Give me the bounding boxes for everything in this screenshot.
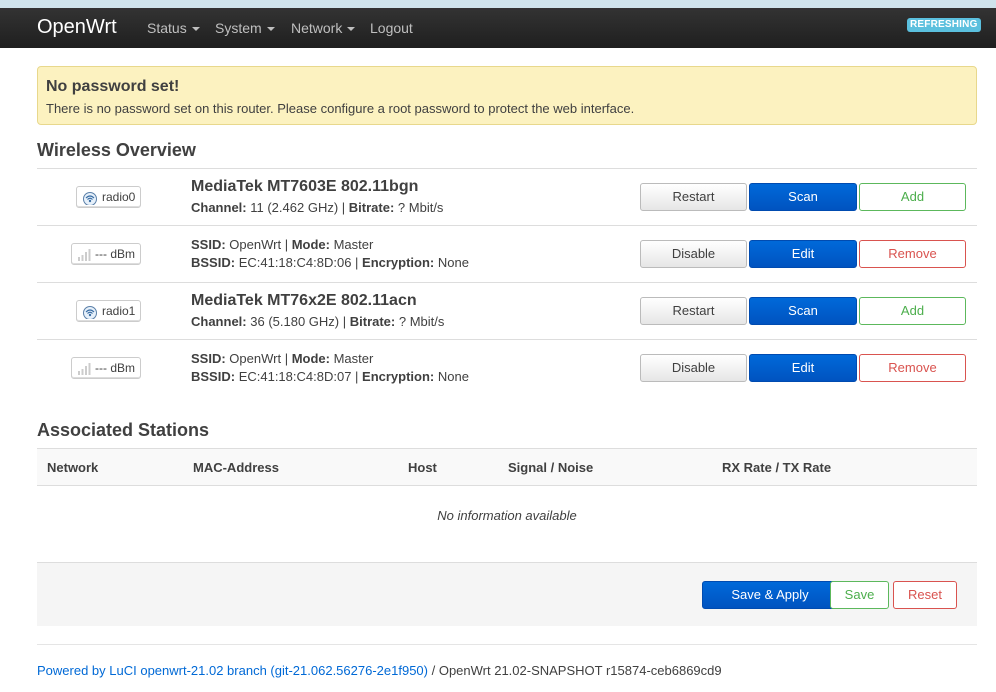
- disable-button[interactable]: Disable: [640, 240, 747, 268]
- restart-button[interactable]: Restart: [640, 183, 747, 211]
- wireless-overview-title: Wireless Overview: [37, 140, 196, 160]
- save-button[interactable]: Save: [830, 581, 889, 609]
- bitrate-label: Bitrate:: [348, 200, 395, 215]
- menu-system[interactable]: System: [215, 19, 275, 37]
- signal-strength-icon: [78, 362, 91, 375]
- channel-value: 11 (2.462 GHz): [250, 200, 339, 215]
- bitrate-value: ? Mbit/s: [397, 200, 444, 215]
- signal-strength-icon: [78, 248, 91, 261]
- scan-button[interactable]: Scan: [749, 183, 857, 211]
- column-network: Network: [47, 460, 99, 475]
- save-apply-button[interactable]: Save & Apply: [702, 581, 838, 609]
- bssid-label: BSSID:: [191, 255, 236, 270]
- signal-badge: --- dBm: [71, 357, 141, 379]
- wireless-overview-table: radio0 MediaTek MT7603E 802.11bgn Channe…: [37, 168, 977, 396]
- refreshing-badge[interactable]: REFRESHING: [907, 18, 981, 32]
- alert-title: No password set!: [46, 78, 180, 95]
- no-information-text: No information available: [437, 508, 577, 523]
- signal-value: --- dBm: [95, 361, 135, 375]
- chevron-down-icon: [191, 27, 200, 32]
- luci-link[interactable]: Powered by LuCI openwrt-21.02 branch (gi…: [37, 663, 428, 678]
- associated-stations-table: Network MAC-Address Host Signal / Noise …: [37, 448, 977, 546]
- reset-button[interactable]: Reset: [893, 581, 957, 609]
- no-password-alert: No password set! There is no password se…: [37, 66, 977, 125]
- remove-button[interactable]: Remove: [859, 240, 966, 268]
- bssid-encryption-info: BSSID: EC:41:18:C4:8D:07 | Encryption: N…: [191, 369, 469, 384]
- disable-button[interactable]: Disable: [640, 354, 747, 382]
- menu-network[interactable]: Network: [291, 19, 356, 37]
- add-button[interactable]: Add: [859, 183, 966, 211]
- column-host: Host: [408, 460, 437, 475]
- column-rx-tx-rate: RX Rate / TX Rate: [722, 460, 832, 475]
- mode-value: Master: [333, 237, 374, 252]
- edit-button[interactable]: Edit: [749, 240, 857, 268]
- encryption-value: None: [437, 255, 469, 270]
- menu-status[interactable]: Status: [147, 19, 200, 37]
- menu-system-label: System: [215, 20, 262, 36]
- add-button[interactable]: Add: [859, 297, 966, 325]
- chevron-down-icon: [347, 27, 356, 32]
- header-navbar: OpenWrt Status System Network Logout REF…: [0, 8, 996, 48]
- page-actions: Save & Apply Save Reset: [37, 562, 977, 626]
- ssid-mode-info: SSID: OpenWrt | Mode: Master: [191, 351, 374, 366]
- encryption-value: None: [437, 369, 469, 384]
- network-row-radio1: --- dBm SSID: OpenWrt | Mode: Master BSS…: [37, 339, 977, 396]
- device-row-radio0: radio0 MediaTek MT7603E 802.11bgn Channe…: [37, 168, 977, 225]
- chevron-down-icon: [266, 27, 275, 32]
- ssid-label: SSID:: [191, 237, 226, 252]
- ssid-mode-info: SSID: OpenWrt | Mode: Master: [191, 237, 374, 252]
- scan-button[interactable]: Scan: [749, 297, 857, 325]
- associated-stations-title: Associated Stations: [37, 420, 210, 440]
- bssid-encryption-info: BSSID: EC:41:18:C4:8D:06 | Encryption: N…: [191, 255, 469, 270]
- mode-label: Mode:: [291, 351, 330, 366]
- mode-value: Master: [333, 351, 374, 366]
- openwrt-version: OpenWrt 21.02-SNAPSHOT r15874-ceb6869cd9: [438, 663, 722, 678]
- edit-button[interactable]: Edit: [749, 354, 857, 382]
- device-row-radio1: radio1 MediaTek MT76x2E 802.11acn Channe…: [37, 282, 977, 339]
- radio1-device-name: MediaTek MT76x2E 802.11acn: [191, 292, 417, 309]
- signal-badge: --- dBm: [71, 243, 141, 265]
- table-empty-row: No information available: [37, 486, 977, 546]
- channel-label: Channel:: [191, 200, 247, 215]
- radio1-badge: radio1: [76, 300, 142, 322]
- column-mac-address: MAC-Address: [193, 460, 279, 475]
- radio0-device-info: Channel: 11 (2.462 GHz) | Bitrate: ? Mbi…: [191, 200, 444, 215]
- radio0-badge: radio0: [76, 186, 142, 208]
- wifi-radio-icon: [83, 191, 97, 205]
- network-row-radio0: --- dBm SSID: OpenWrt | Mode: Master BSS…: [37, 225, 977, 282]
- ssid-value: OpenWrt: [229, 237, 282, 252]
- channel-label: Channel:: [191, 314, 247, 329]
- remove-button[interactable]: Remove: [859, 354, 966, 382]
- ssid-label: SSID:: [191, 351, 226, 366]
- encryption-label: Encryption:: [362, 369, 435, 384]
- brand-logo[interactable]: OpenWrt: [37, 14, 117, 40]
- bssid-value: EC:41:18:C4:8D:07: [238, 369, 352, 384]
- restart-button[interactable]: Restart: [640, 297, 747, 325]
- radio0-badge-label: radio0: [102, 190, 136, 204]
- table-header: Network MAC-Address Host Signal / Noise …: [37, 448, 977, 486]
- radio1-badge-label: radio1: [102, 304, 136, 318]
- ssid-value: OpenWrt: [229, 351, 282, 366]
- bitrate-value: ? Mbit/s: [398, 314, 445, 329]
- menu-status-label: Status: [147, 20, 187, 36]
- top-strip: [0, 0, 996, 8]
- radio1-device-info: Channel: 36 (5.180 GHz) | Bitrate: ? Mbi…: [191, 314, 445, 329]
- bssid-label: BSSID:: [191, 369, 236, 384]
- bitrate-label: Bitrate:: [349, 314, 396, 329]
- menu-network-label: Network: [291, 20, 343, 36]
- signal-value: --- dBm: [95, 247, 135, 261]
- mode-label: Mode:: [291, 237, 330, 252]
- bssid-value: EC:41:18:C4:8D:06: [238, 255, 352, 270]
- footer: Powered by LuCI openwrt-21.02 branch (gi…: [37, 663, 722, 678]
- footer-separator: /: [427, 663, 439, 678]
- column-signal-noise: Signal / Noise: [508, 460, 594, 475]
- menu-logout[interactable]: Logout: [370, 19, 413, 37]
- channel-value: 36 (5.180 GHz): [250, 314, 340, 329]
- footer-divider: [37, 644, 977, 645]
- alert-message: There is no password set on this router.…: [46, 101, 635, 116]
- radio0-device-name: MediaTek MT7603E 802.11bgn: [191, 178, 419, 195]
- encryption-label: Encryption:: [362, 255, 435, 270]
- wifi-radio-icon: [83, 305, 97, 319]
